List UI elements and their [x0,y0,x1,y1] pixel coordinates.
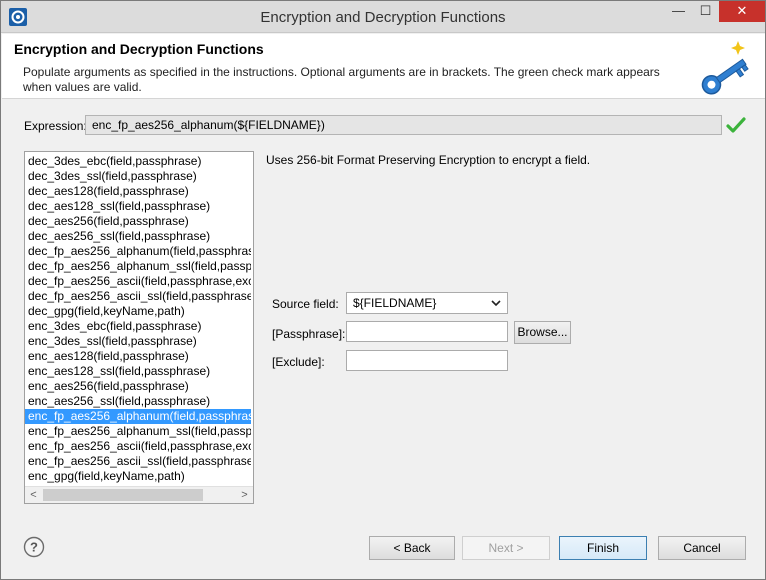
list-item[interactable]: dec_fp_aes256_alphanum(field,passphrase, [25,244,251,259]
check-icon [726,117,746,133]
next-button[interactable]: Next > [462,536,550,560]
list-item[interactable]: enc_gpg(field,keyName,path) [25,469,251,484]
list-item[interactable]: dec_aes256(field,passphrase) [25,214,251,229]
list-item[interactable]: enc_fp_aes256_alphanum(field,passphrase, [25,409,251,424]
expression-label: Expression: [24,119,87,133]
scroll-thumb[interactable] [43,489,203,501]
list-item[interactable]: dec_3des_ssl(field,passphrase) [25,169,251,184]
passphrase-label: [Passphrase]: [272,327,346,341]
help-glyph: ? [30,540,38,555]
list-item[interactable]: dec_aes128(field,passphrase) [25,184,251,199]
source-field-value: ${FIELDNAME} [353,296,437,310]
header-title: Encryption and Decryption Functions [14,41,264,57]
list-item[interactable]: dec_fp_aes256_ascii_ssl(field,passphrase… [25,289,251,304]
list-item[interactable]: enc_fp_aes256_alphanum_ssl(field,passphr [25,424,251,439]
list-item[interactable]: dec_fp_aes256_ascii(field,passphrase,exc… [25,274,251,289]
exclude-label: [Exclude]: [272,355,325,369]
expression-field[interactable]: enc_fp_aes256_alphanum(${FIELDNAME}) [85,115,722,135]
back-button[interactable]: < Back [369,536,455,560]
list-item[interactable]: enc_fp_aes256_ascii(field,passphrase,exc… [25,439,251,454]
minimize-button[interactable]: — [665,1,692,22]
function-list-items: dec_3des_ebc(field,passphrase) dec_3des_s… [25,154,251,484]
scroll-right-button[interactable]: > [236,487,253,503]
chevron-down-icon [491,300,501,307]
key-icon [701,41,749,95]
list-item[interactable]: enc_aes128(field,passphrase) [25,349,251,364]
header-banner: Encryption and Decryption Functions Popu… [2,34,765,99]
list-item[interactable]: enc_3des_ebc(field,passphrase) [25,319,251,334]
exclude-input[interactable] [346,350,508,371]
dialog-window: Encryption and Decryption Functions — ☐ … [0,0,766,580]
list-item[interactable]: enc_3des_ssl(field,passphrase) [25,334,251,349]
maximize-button[interactable]: ☐ [692,1,719,22]
list-item[interactable]: dec_gpg(field,keyName,path) [25,304,251,319]
list-item[interactable]: dec_3des_ebc(field,passphrase) [25,154,251,169]
window-title: Encryption and Decryption Functions [260,9,506,26]
cancel-button[interactable]: Cancel [658,536,746,560]
title-bar[interactable]: Encryption and Decryption Functions — ☐ … [1,1,765,33]
header-description: Populate arguments as specified in the i… [23,65,660,94]
passphrase-input[interactable] [346,321,508,342]
source-field-select[interactable]: ${FIELDNAME} [346,292,508,314]
close-button[interactable]: ✕ [719,1,765,22]
horizontal-scrollbar[interactable]: < > [25,486,253,503]
function-description: Uses 256-bit Format Preserving Encryptio… [266,153,591,167]
list-item[interactable]: enc_aes256_ssl(field,passphrase) [25,394,251,409]
list-item[interactable]: enc_fp_aes256_ascii_ssl(field,passphrase… [25,454,251,469]
finish-button[interactable]: Finish [559,536,647,560]
list-item[interactable]: dec_aes128_ssl(field,passphrase) [25,199,251,214]
function-list[interactable]: dec_3des_ebc(field,passphrase) dec_3des_s… [24,151,254,504]
scroll-left-button[interactable]: < [25,487,42,503]
list-item[interactable]: dec_fp_aes256_alphanum_ssl(field,passphr [25,259,251,274]
list-item[interactable]: enc_aes128_ssl(field,passphrase) [25,364,251,379]
list-item[interactable]: dec_aes256_ssl(field,passphrase) [25,229,251,244]
source-field-label: Source field: [272,297,339,311]
browse-button[interactable]: Browse... [514,321,571,344]
list-item[interactable]: enc_aes256(field,passphrase) [25,379,251,394]
help-icon[interactable]: ? [23,536,45,558]
